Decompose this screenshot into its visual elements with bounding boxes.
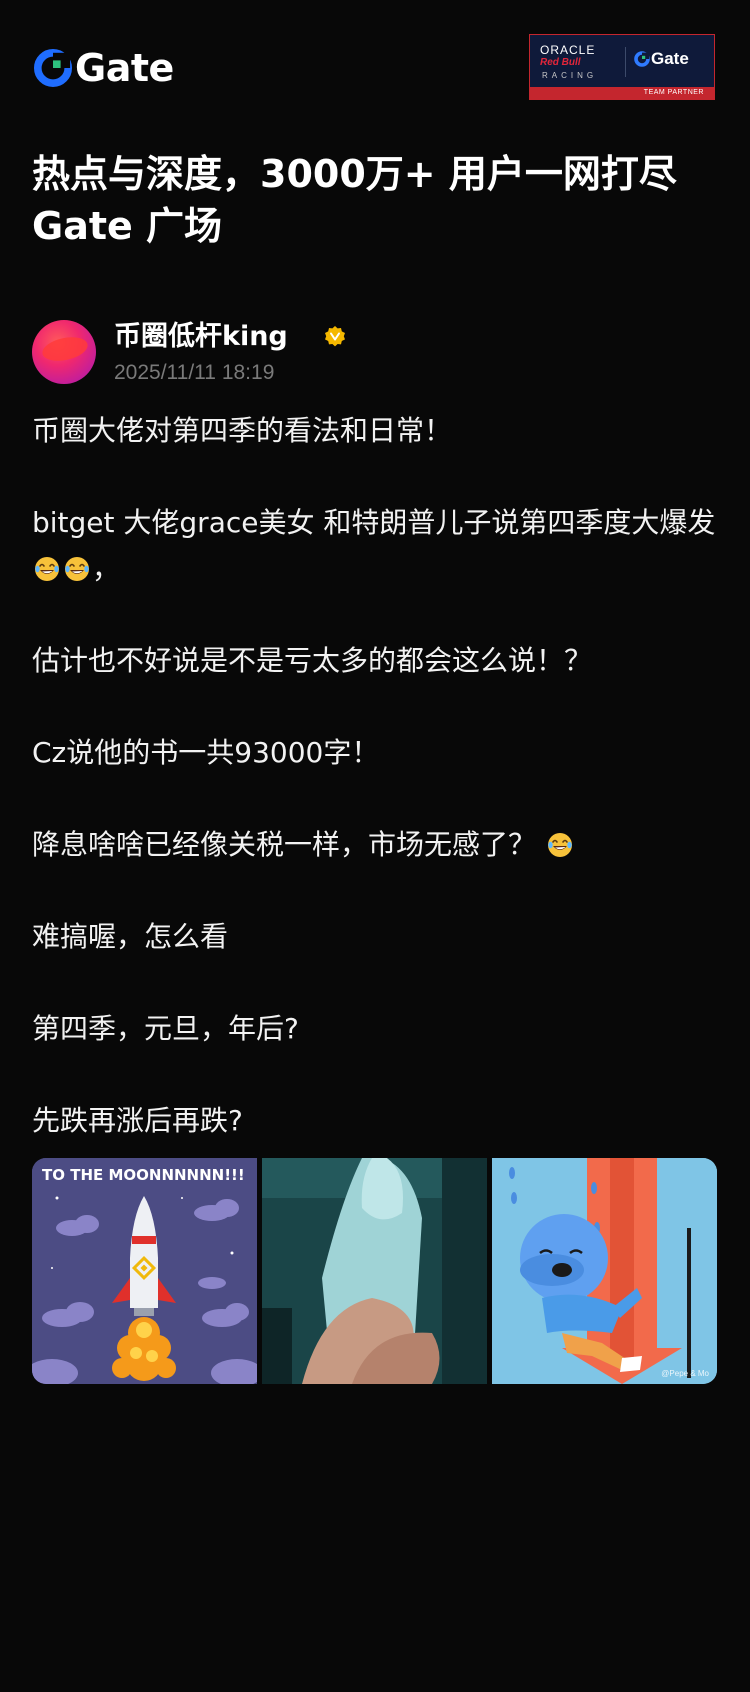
avatar[interactable] — [32, 320, 96, 384]
laugh-cry-emoji-icon — [547, 833, 572, 857]
photo-illustration — [262, 1158, 487, 1384]
badge-gate-logo: Gate — [634, 49, 689, 69]
verified-badge-icon — [325, 326, 345, 347]
post-author[interactable]: 币圈低杆king 2025/11/11 18:19 — [32, 320, 722, 384]
post-paragraph: 估计也不好说是不是亏太多的都会这么说！？ — [32, 644, 593, 677]
post-image-gallery: TO THE MOONNNNNN!!! @Pepe & Mo — [32, 1158, 718, 1384]
post-image-photo[interactable] — [262, 1158, 487, 1384]
top-bar: Gate ORACLE Red Bull RACING Gate TEAM PA… — [0, 0, 750, 130]
page-headline: 热点与深度，3000万+ 用户一网打尽 Gate 广场 — [32, 148, 722, 252]
post-paragraph: 先跌再涨后再跌? — [32, 1104, 243, 1137]
post-paragraph: 难搞喔，怎么看 — [32, 920, 229, 953]
laugh-cry-emoji-icon — [35, 557, 59, 581]
rocket-illustration — [32, 1158, 257, 1384]
headline-line-1: 热点与深度，3000万+ 用户一网打尽 — [32, 152, 677, 196]
post-paragraph-text: bitget 大佬grace美女 和特朗普儿子说第四季度大爆发 — [32, 506, 716, 539]
oracle-text: ORACLE — [540, 43, 596, 57]
post-image-cartoon[interactable]: @Pepe & Mo — [492, 1158, 717, 1384]
post-paragraph-text: 降息啥啥已经像关税一样，市场无感了？ — [32, 828, 537, 861]
cartoon-illustration — [492, 1158, 717, 1384]
post-paragraph: 降息啥啥已经像关税一样，市场无感了？ — [32, 822, 722, 868]
post-paragraph: Cz说他的书一共93000字！ — [32, 736, 380, 769]
post-paragraph: 币圈大佬对第四季的看法和日常！ — [32, 414, 453, 447]
headline-line-2: Gate 广场 — [32, 204, 223, 248]
gate-logo-text: Gate — [75, 46, 174, 90]
team-partner-badge: ORACLE Red Bull RACING Gate TEAM PARTNER — [529, 34, 715, 100]
rocket-caption: TO THE MOONNNNNN!!! — [42, 1166, 245, 1184]
laugh-cry-emoji-icon — [65, 557, 89, 581]
team-partner-label: TEAM PARTNER — [530, 87, 714, 99]
cartoon-watermark: @Pepe & Mo — [661, 1369, 709, 1378]
redbull-text: Red Bull — [540, 57, 581, 68]
badge-gate-text: Gate — [651, 49, 689, 68]
post-image-rocket[interactable]: TO THE MOONNNNNN!!! — [32, 1158, 257, 1384]
gate-mini-icon — [634, 51, 650, 67]
badge-divider — [625, 47, 626, 77]
post-paragraph: bitget 大佬grace美女 和特朗普儿子说第四季度大爆发 ， — [32, 500, 722, 592]
gate-logo[interactable]: Gate — [34, 48, 174, 88]
post-paragraph-tail: ， — [92, 552, 121, 585]
post-body: 币圈大佬对第四季的看法和日常！ bitget 大佬grace美女 和特朗普儿子说… — [32, 408, 722, 1190]
post-paragraph: 第四季，元旦，年后? — [32, 1012, 299, 1045]
author-name[interactable]: 币圈低杆king — [114, 320, 288, 354]
post-timestamp: 2025/11/11 18:19 — [114, 361, 275, 384]
racing-text: RACING — [542, 71, 598, 80]
gate-logo-icon — [34, 49, 72, 87]
